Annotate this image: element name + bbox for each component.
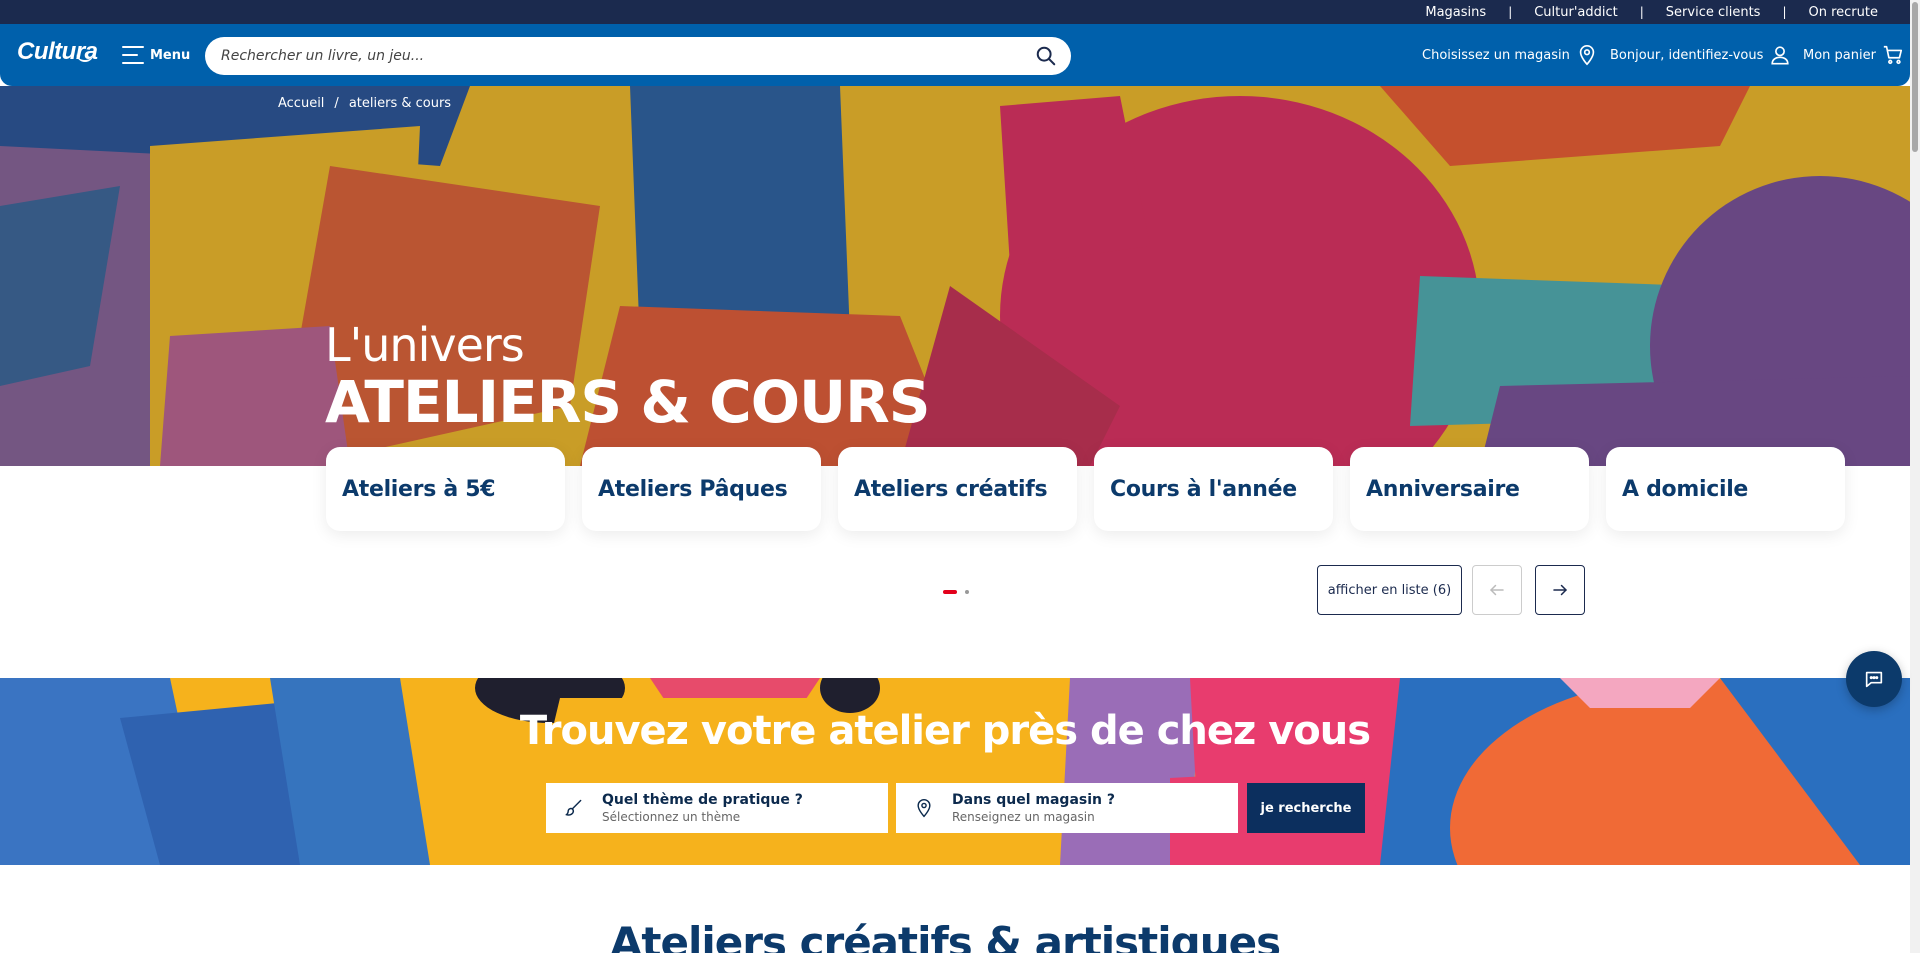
breadcrumb-current: ateliers & cours bbox=[348, 96, 452, 111]
chat-button[interactable] bbox=[1846, 651, 1902, 707]
carousel-prev-button[interactable] bbox=[1472, 565, 1522, 615]
workshop-finder: Trouvez votre atelier près de chez vous … bbox=[0, 678, 1910, 865]
arrow-left-icon bbox=[1490, 584, 1504, 596]
store-select-field[interactable]: Dans quel magasin ? Renseignez un magasi… bbox=[896, 783, 1238, 833]
store-field-text: Dans quel magasin ? Renseignez un magasi… bbox=[952, 792, 1115, 824]
store-field-label: Dans quel magasin ? bbox=[952, 792, 1115, 808]
main-header: Cultura Menu Choisissez un magasin Bonjo… bbox=[0, 24, 1910, 86]
breadcrumb-separator: / bbox=[334, 96, 339, 111]
category-card-ateliers-5-euros[interactable]: Ateliers à 5€ bbox=[326, 447, 565, 531]
section-title: Ateliers créatifs & artistiques bbox=[609, 918, 1281, 953]
carousel-next-button[interactable] bbox=[1535, 565, 1585, 615]
category-card-ateliers-creatifs[interactable]: Ateliers créatifs bbox=[838, 447, 1077, 531]
theme-field-text: Quel thème de pratique ? Sélectionnez un… bbox=[602, 792, 803, 824]
finder-background-artwork bbox=[0, 678, 1910, 865]
show-as-list-button[interactable]: afficher en liste (6) bbox=[1317, 565, 1462, 615]
breadcrumb-home[interactable]: Accueil bbox=[278, 96, 324, 111]
topbar-link-on-recrute[interactable]: On recrute bbox=[1787, 5, 1879, 20]
card-label: Ateliers créatifs bbox=[854, 476, 1048, 502]
location-pin-icon bbox=[1579, 45, 1595, 66]
top-bar: Magasins | Cultur'addict | Service clien… bbox=[0, 0, 1910, 24]
theme-field-hint: Sélectionnez un thème bbox=[602, 810, 741, 824]
hero-subtitle: L'univers bbox=[325, 318, 525, 372]
breadcrumb: Accueil / ateliers & cours bbox=[278, 96, 451, 111]
store-field-hint: Renseignez un magasin bbox=[952, 810, 1095, 824]
hero-banner: Accueil / ateliers & cours L'univers ATE… bbox=[0, 86, 1910, 466]
card-label: Anniversaire bbox=[1366, 476, 1520, 502]
cart-label: Mon panier bbox=[1803, 47, 1876, 63]
user-icon bbox=[1771, 46, 1789, 65]
location-pin-icon bbox=[896, 783, 952, 833]
search-input[interactable] bbox=[221, 37, 1001, 75]
card-label: Ateliers Pâques bbox=[598, 476, 788, 502]
chat-icon bbox=[1865, 671, 1883, 688]
finder-title: Trouvez votre atelier près de chez vous bbox=[519, 708, 1371, 754]
category-card-cours-annee[interactable]: Cours à l'année bbox=[1094, 447, 1333, 531]
category-card-ateliers-paques[interactable]: Ateliers Pâques bbox=[582, 447, 821, 531]
carousel-dot[interactable] bbox=[965, 590, 969, 594]
card-label: Cours à l'année bbox=[1110, 476, 1297, 502]
hamburger-icon bbox=[122, 46, 144, 64]
store-selector-label: Choisissez un magasin bbox=[1422, 47, 1570, 63]
account-link[interactable]: Bonjour, identifiez-vous bbox=[1610, 42, 1791, 68]
theme-field-label: Quel thème de pratique ? bbox=[602, 792, 803, 808]
search-workshop-button[interactable]: je recherche bbox=[1247, 783, 1365, 833]
category-card-anniversaire[interactable]: Anniversaire bbox=[1350, 447, 1589, 531]
carousel-dot-active[interactable] bbox=[943, 590, 957, 594]
carousel-pagination bbox=[943, 590, 969, 594]
brush-icon bbox=[546, 783, 602, 833]
menu-button[interactable]: Menu bbox=[122, 40, 190, 70]
scrollbar-thumb[interactable] bbox=[1912, 2, 1918, 152]
card-label: Ateliers à 5€ bbox=[342, 476, 496, 502]
hero-title: ATELIERS & COURS bbox=[325, 368, 931, 436]
arrow-right-icon bbox=[1553, 584, 1567, 596]
theme-select-field[interactable]: Quel thème de pratique ? Sélectionnez un… bbox=[546, 783, 888, 833]
search-icon[interactable] bbox=[1035, 45, 1057, 67]
store-selector[interactable]: Choisissez un magasin bbox=[1422, 42, 1598, 68]
search-bar bbox=[205, 37, 1071, 75]
hero-background-artwork bbox=[0, 86, 1910, 466]
page-scrollbar[interactable] bbox=[1910, 0, 1920, 953]
topbar-link-culturaddict[interactable]: Cultur'addict bbox=[1512, 5, 1640, 20]
topbar-link-magasins[interactable]: Magasins bbox=[1403, 5, 1508, 20]
category-card-a-domicile[interactable]: A domicile bbox=[1606, 447, 1845, 531]
account-label: Bonjour, identifiez-vous bbox=[1610, 47, 1764, 63]
menu-label: Menu bbox=[150, 47, 191, 63]
category-cards: Ateliers à 5€ Ateliers Pâques Ateliers c… bbox=[326, 447, 1845, 531]
topbar-link-service-clients[interactable]: Service clients bbox=[1644, 5, 1783, 20]
top-links: Magasins | Cultur'addict | Service clien… bbox=[1403, 0, 1878, 24]
cart-icon bbox=[1883, 45, 1903, 65]
card-label: A domicile bbox=[1622, 476, 1749, 502]
cart-link[interactable]: Mon panier bbox=[1803, 42, 1904, 68]
